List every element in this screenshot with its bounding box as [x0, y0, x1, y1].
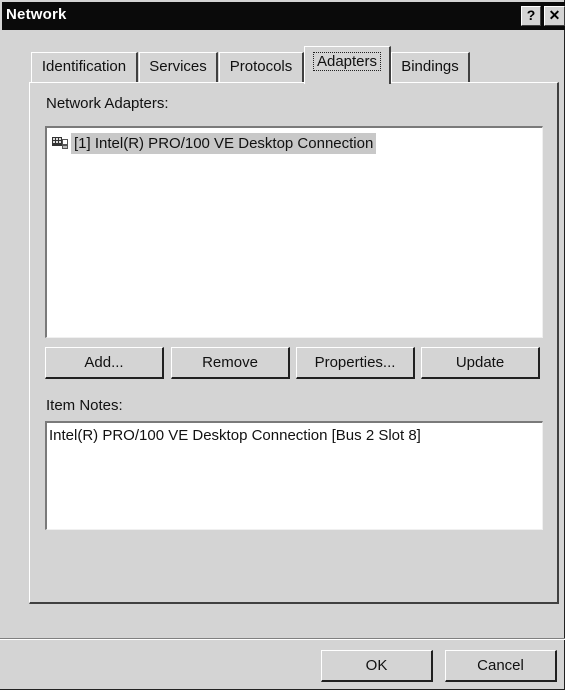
add-label: Add... [84, 354, 124, 371]
window-title: Network [6, 6, 67, 23]
separator [0, 638, 565, 640]
tab-label: Protocols [229, 58, 293, 75]
title-bar[interactable]: Network ? ✕ [2, 2, 565, 30]
cancel-button[interactable]: Cancel [445, 650, 557, 682]
tab-label: Adapters [312, 52, 382, 71]
network-adapters-label: Network Adapters: [46, 95, 169, 112]
adapter-name: [1] Intel(R) PRO/100 VE Desktop Connecti… [71, 132, 377, 154]
tab-services[interactable]: Services [139, 52, 218, 82]
tab-adapters[interactable]: Adapters [304, 46, 391, 84]
add-button[interactable]: Add... [45, 347, 164, 379]
remove-label: Remove [202, 354, 258, 371]
close-button[interactable]: ✕ [544, 6, 565, 26]
help-button[interactable]: ? [521, 6, 541, 26]
properties-label: Properties... [314, 354, 396, 371]
properties-button[interactable]: Properties... [296, 347, 415, 379]
network-adapter-icon [51, 135, 69, 151]
ok-label: OK [365, 657, 388, 674]
item-notes-text: Intel(R) PRO/100 VE Desktop Connection [… [49, 427, 421, 444]
item-notes-box: Intel(R) PRO/100 VE Desktop Connection [… [45, 421, 543, 530]
tab-label: Identification [41, 58, 127, 75]
tab-protocols[interactable]: Protocols [219, 52, 304, 82]
update-button[interactable]: Update [421, 347, 540, 379]
list-item[interactable]: [1] Intel(R) PRO/100 VE Desktop Connecti… [51, 132, 377, 154]
network-dialog: Network ? ✕ Identification Services Prot… [0, 0, 565, 690]
update-label: Update [455, 354, 505, 371]
ok-button[interactable]: OK [321, 650, 433, 682]
remove-button[interactable]: Remove [171, 347, 290, 379]
item-notes-label: Item Notes: [46, 397, 123, 414]
tab-bindings[interactable]: Bindings [391, 52, 470, 82]
cancel-label: Cancel [477, 657, 524, 674]
tab-label: Bindings [401, 58, 459, 75]
network-adapters-list[interactable]: [1] Intel(R) PRO/100 VE Desktop Connecti… [45, 126, 543, 338]
tab-label: Services [149, 58, 207, 75]
tab-identification[interactable]: Identification [31, 52, 138, 82]
